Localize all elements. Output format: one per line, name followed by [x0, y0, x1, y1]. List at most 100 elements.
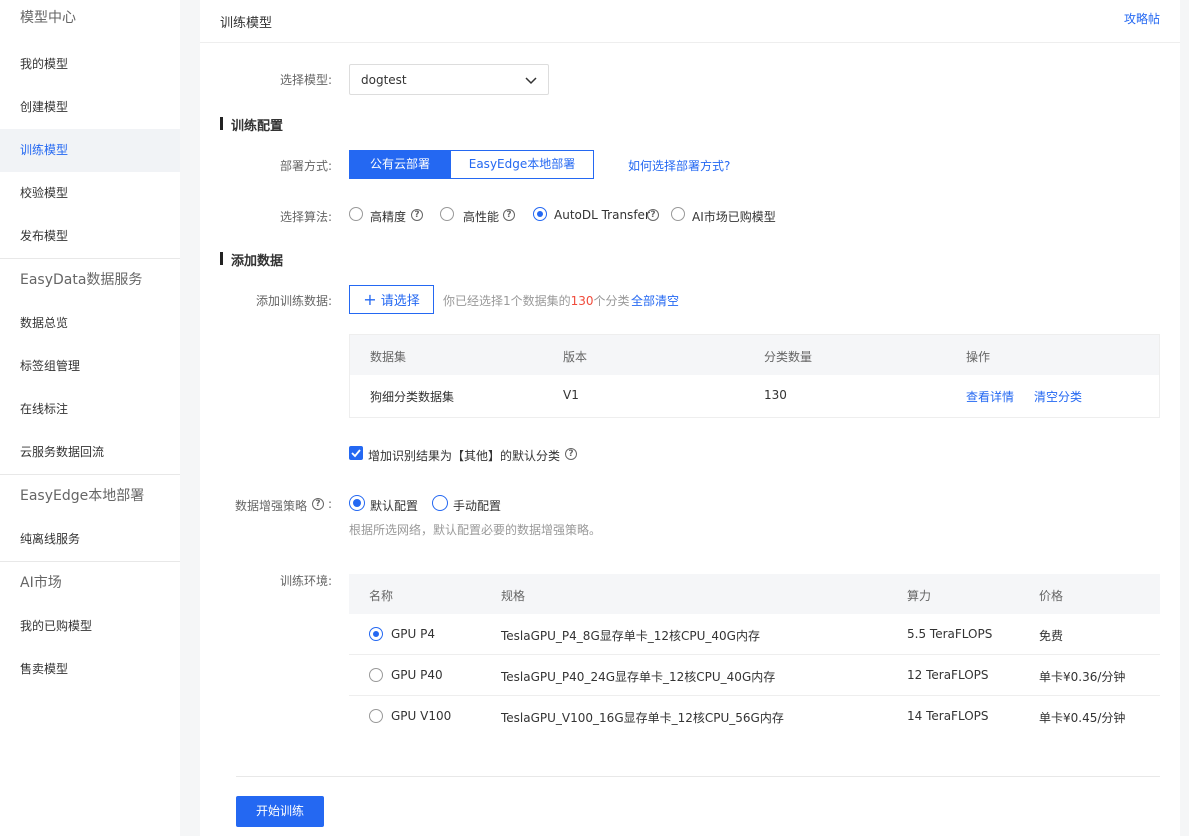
env-header-spec: 规格: [501, 589, 526, 603]
algo-radio-high-performance[interactable]: [440, 207, 454, 221]
sidebar-item-label-groups[interactable]: 标签组管理: [0, 345, 180, 388]
dataset-version: V1: [563, 388, 579, 402]
dataset-count: 130: [764, 388, 787, 402]
env-price: 单卡¥0.36/分钟: [1039, 670, 1126, 684]
help-icon[interactable]: ?: [411, 209, 423, 221]
view-details-link[interactable]: 查看详情: [966, 388, 1014, 405]
sidebar-group-easyedge[interactable]: EasyEdge本地部署: [0, 475, 180, 518]
sidebar-item-sell-models[interactable]: 售卖模型: [0, 648, 180, 691]
model-select-value: dogtest: [361, 73, 407, 87]
sidebar-item-data-backflow[interactable]: 云服务数据回流: [0, 431, 180, 474]
env-power: 5.5 TeraFLOPS: [907, 627, 993, 641]
sidebar-item-validate-model[interactable]: 校验模型: [0, 172, 180, 215]
sidebar: 模型中心 我的模型 创建模型 训练模型 校验模型 发布模型 EasyData数据…: [0, 0, 180, 836]
algo-radio-high-precision[interactable]: [349, 207, 363, 221]
env-spec: TeslaGPU_P40_24G显存单卡_12核CPU_40G内存: [501, 670, 776, 684]
table-header-dataset: 数据集: [370, 350, 407, 364]
augment-label-default: 默认配置: [370, 499, 419, 513]
deploy-label: 部署方式:: [280, 159, 333, 173]
env-price: 单卡¥0.45/分钟: [1039, 711, 1126, 725]
page-title: 训练模型: [220, 16, 273, 31]
augment-hint: 根据所选网络，默认配置必要的数据增强策略。: [349, 523, 602, 537]
deploy-option-public-cloud[interactable]: 公有云部署: [349, 150, 451, 179]
sidebar-item-my-models[interactable]: 我的模型: [0, 43, 180, 86]
env-radio-p4[interactable]: [369, 627, 383, 641]
deploy-help-link[interactable]: 如何选择部署方式?: [628, 157, 730, 174]
help-icon[interactable]: ?: [647, 209, 659, 221]
selection-summary-count: 130: [570, 294, 594, 308]
section-title-add-data: 添加数据: [220, 250, 283, 269]
sidebar-group-model-center[interactable]: 模型中心: [0, 0, 180, 43]
selection-summary: 你已经选择1个数据集的130个分类: [443, 292, 630, 309]
sidebar-item-create-model[interactable]: 创建模型: [0, 86, 180, 129]
help-icon[interactable]: ?: [503, 209, 515, 221]
footer-divider: [236, 776, 1160, 777]
model-select[interactable]: dogtest: [349, 64, 549, 95]
algo-label-autodl-transfer: AutoDL Transfer: [554, 208, 650, 222]
algo-label-high-precision: 高精度: [370, 210, 407, 224]
algo-radio-ai-market[interactable]: [671, 207, 685, 221]
model-select-label: 选择模型:: [280, 73, 333, 87]
env-radio-p40[interactable]: [369, 668, 383, 682]
start-training-button[interactable]: 开始训练: [236, 796, 324, 827]
env-row-p4[interactable]: GPU P4 TeslaGPU_P4_8G显存单卡_12核CPU_40G内存 5…: [349, 614, 1160, 655]
default-class-checkbox[interactable]: [349, 446, 363, 460]
env-price: 免费: [1039, 629, 1064, 643]
sidebar-item-online-labeling[interactable]: 在线标注: [0, 388, 180, 431]
augment-label: 数据增强策略: [235, 499, 308, 513]
select-dataset-button[interactable]: + 请选择: [349, 285, 434, 314]
sidebar-item-data-overview[interactable]: 数据总览: [0, 302, 180, 345]
env-name: GPU P4: [391, 627, 436, 641]
section-title-train-config: 训练配置: [220, 115, 283, 134]
selection-summary-prefix: 你已经选择1个数据集的: [443, 294, 571, 308]
table-header-row: 名称 规格 算力 价格: [349, 574, 1160, 614]
deploy-option-easyedge[interactable]: EasyEdge本地部署: [450, 150, 594, 179]
sidebar-group-easydata[interactable]: EasyData数据服务: [0, 259, 180, 302]
add-data-label: 添加训练数据:: [256, 294, 333, 308]
page-header: 训练模型 攻略帖: [200, 0, 1180, 43]
algo-radio-autodl-transfer[interactable]: [533, 207, 547, 221]
env-header-name: 名称: [369, 589, 394, 603]
selection-summary-suffix: 个分类: [593, 294, 630, 308]
env-spec: TeslaGPU_P4_8G显存单卡_12核CPU_40G内存: [501, 629, 760, 643]
table-row: 狗细分类数据集 V1 130 查看详情 清空分类: [350, 375, 1159, 417]
env-table: 名称 规格 算力 价格 GPU P4 TeslaGPU_P4_8G显存单卡_12…: [349, 574, 1160, 737]
main-panel: 训练模型 攻略帖 选择模型: dogtest 训练配置 部署方式: 公有云部署 …: [200, 0, 1180, 836]
plus-icon: +: [363, 290, 377, 309]
chevron-down-icon: [525, 77, 537, 85]
env-label: 训练环境:: [280, 574, 333, 588]
default-class-label: 增加识别结果为【其他】的默认分类: [368, 449, 561, 463]
sidebar-item-purchased-models[interactable]: 我的已购模型: [0, 605, 180, 648]
env-radio-v100[interactable]: [369, 709, 383, 723]
clear-all-link[interactable]: 全部清空: [631, 292, 679, 309]
env-spec: TeslaGPU_V100_16G显存单卡_12核CPU_56G内存: [501, 711, 784, 725]
clear-categories-link[interactable]: 清空分类: [1034, 388, 1082, 405]
algo-label-high-performance: 高性能: [463, 210, 500, 224]
augment-colon: :: [328, 497, 333, 511]
guide-link[interactable]: 攻略帖: [1124, 10, 1160, 27]
help-icon[interactable]: ?: [312, 498, 324, 510]
env-name: GPU V100: [391, 709, 452, 723]
check-icon: [351, 449, 361, 458]
algo-label-ai-market: AI市场已购模型: [692, 210, 776, 224]
env-power: 14 TeraFLOPS: [907, 709, 989, 723]
dataset-table: 数据集 版本 分类数量 操作 狗细分类数据集 V1 130 查看详情 清空分类: [349, 334, 1160, 418]
help-icon[interactable]: ?: [565, 448, 577, 460]
env-header-power: 算力: [907, 589, 932, 603]
sidebar-item-offline-service[interactable]: 纯离线服务: [0, 518, 180, 561]
env-name: GPU P40: [391, 668, 443, 682]
augment-radio-manual[interactable]: [432, 495, 448, 511]
table-header-actions: 操作: [966, 350, 991, 364]
env-row-v100[interactable]: GPU V100 TeslaGPU_V100_16G显存单卡_12核CPU_56…: [349, 696, 1160, 737]
table-header-version: 版本: [563, 350, 588, 364]
dataset-name: 狗细分类数据集: [370, 390, 455, 404]
env-row-p40[interactable]: GPU P40 TeslaGPU_P40_24G显存单卡_12核CPU_40G内…: [349, 655, 1160, 696]
sidebar-item-train-model[interactable]: 训练模型: [0, 129, 180, 172]
table-header-row: 数据集 版本 分类数量 操作: [350, 335, 1159, 375]
select-dataset-button-label: 请选择: [380, 294, 420, 309]
sidebar-group-ai-market[interactable]: AI市场: [0, 562, 180, 605]
sidebar-item-publish-model[interactable]: 发布模型: [0, 215, 180, 258]
table-header-count: 分类数量: [764, 350, 813, 364]
augment-radio-default[interactable]: [349, 495, 365, 511]
env-header-price: 价格: [1039, 589, 1064, 603]
